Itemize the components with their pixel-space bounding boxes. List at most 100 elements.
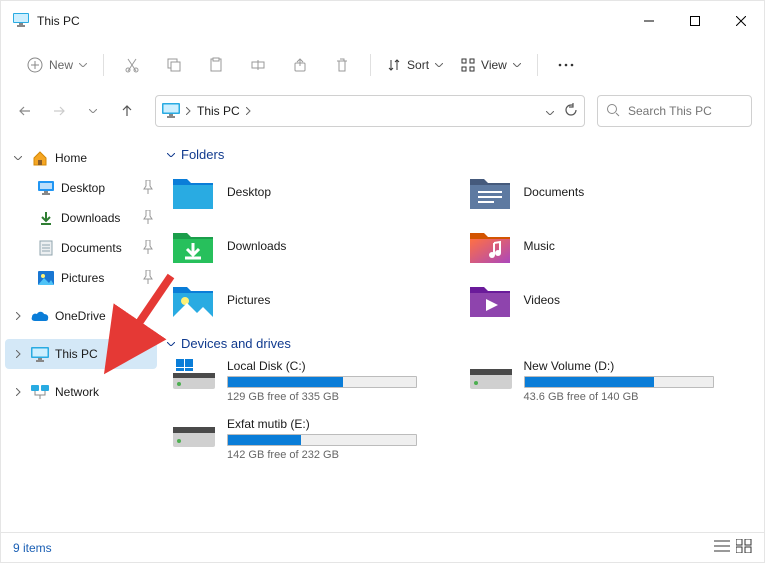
view-button[interactable]: View	[455, 54, 527, 76]
section-label: Folders	[181, 147, 224, 162]
sidebar-item-label: Network	[55, 385, 99, 399]
sidebar-item-home[interactable]: Home	[5, 143, 157, 173]
folder-documents[interactable]: Documents	[464, 170, 751, 214]
folder-desktop[interactable]: Desktop	[167, 170, 454, 214]
paste-button[interactable]	[198, 49, 234, 81]
chevron-down-icon	[435, 63, 443, 67]
close-button[interactable]	[718, 1, 764, 41]
desktop-icon	[37, 181, 55, 195]
search-input[interactable]	[628, 104, 743, 118]
sidebar-item-onedrive[interactable]: OneDrive	[5, 301, 157, 331]
folder-label: Music	[524, 239, 555, 253]
sidebar-item-this-pc[interactable]: This PC	[5, 339, 157, 369]
sidebar-item-pictures[interactable]: Pictures	[5, 263, 157, 293]
copy-icon	[166, 57, 182, 73]
pin-icon[interactable]	[143, 270, 153, 287]
scissors-icon	[124, 57, 140, 73]
chevron-down-icon	[167, 342, 175, 346]
rename-button[interactable]	[240, 49, 276, 81]
videos-folder-icon	[470, 282, 510, 318]
sidebar-item-label: OneDrive	[55, 309, 106, 323]
toolbar: New Sort View	[1, 41, 764, 89]
recent-button[interactable]	[77, 95, 109, 127]
sidebar-item-desktop[interactable]: Desktop	[5, 173, 157, 203]
separator	[370, 54, 371, 76]
address-bar[interactable]: This PC	[155, 95, 585, 127]
pin-icon[interactable]	[143, 240, 153, 257]
pc-icon	[31, 346, 49, 362]
folder-videos[interactable]: Videos	[464, 278, 751, 322]
folder-downloads[interactable]: Downloads	[167, 224, 454, 268]
chevron-down-icon	[513, 63, 521, 67]
share-button[interactable]	[282, 49, 318, 81]
drive-c[interactable]: Local Disk (C:) 129 GB free of 335 GB	[167, 359, 454, 403]
search-box[interactable]	[597, 95, 752, 127]
sidebar-item-label: Documents	[61, 241, 122, 255]
section-label: Devices and drives	[181, 336, 291, 351]
drive-label: Exfat mutib (E:)	[227, 417, 417, 431]
maximize-button[interactable]	[672, 1, 718, 41]
section-drives[interactable]: Devices and drives	[167, 336, 750, 351]
arrow-up-icon	[120, 104, 134, 118]
pictures-folder-icon	[173, 282, 213, 318]
sidebar-item-label: Downloads	[61, 211, 120, 225]
music-folder-icon	[470, 228, 510, 264]
desktop-folder-icon	[173, 174, 213, 210]
chevron-right-icon[interactable]	[11, 388, 25, 396]
sidebar-item-documents[interactable]: Documents	[5, 233, 157, 263]
os-drive-icon	[173, 359, 215, 389]
titlebar-left: This PC	[13, 13, 80, 30]
drive-free-text: 129 GB free of 335 GB	[227, 391, 417, 403]
breadcrumb-root[interactable]: This PC	[197, 104, 240, 118]
chevron-down-icon[interactable]	[546, 104, 554, 118]
delete-button[interactable]	[324, 49, 360, 81]
chevron-down-icon[interactable]	[11, 156, 25, 160]
drives-grid: Local Disk (C:) 129 GB free of 335 GB Ne…	[167, 359, 750, 461]
back-button[interactable]	[9, 95, 41, 127]
section-folders[interactable]: Folders	[167, 147, 750, 162]
sidebar-item-label: Desktop	[61, 181, 105, 195]
clipboard-icon	[208, 57, 224, 73]
grid-view-icon	[736, 539, 752, 553]
drive-d[interactable]: New Volume (D:) 43.6 GB free of 140 GB	[464, 359, 751, 403]
sort-label: Sort	[407, 58, 429, 72]
item-count: 9 items	[13, 541, 52, 555]
sidebar: Home Desktop Downloads Documents Picture…	[1, 133, 161, 532]
list-view-icon	[714, 539, 730, 553]
more-button[interactable]	[548, 49, 584, 81]
drive-free-text: 43.6 GB free of 140 GB	[524, 391, 714, 403]
sidebar-item-network[interactable]: Network	[5, 377, 157, 407]
folder-pictures[interactable]: Pictures	[167, 278, 454, 322]
chevron-right-icon[interactable]	[11, 312, 25, 320]
documents-icon	[37, 240, 55, 256]
status-bar: 9 items	[1, 532, 764, 562]
sort-button[interactable]: Sort	[381, 54, 449, 76]
drive-e[interactable]: Exfat mutib (E:) 142 GB free of 232 GB	[167, 417, 454, 461]
tiles-view-button[interactable]	[736, 539, 752, 556]
copy-button[interactable]	[156, 49, 192, 81]
drive-icon	[470, 359, 512, 389]
drive-usage-bar	[524, 376, 714, 388]
sidebar-item-label: This PC	[55, 347, 98, 361]
new-label: New	[49, 58, 73, 72]
refresh-button[interactable]	[564, 103, 578, 120]
chevron-right-icon	[246, 104, 251, 118]
minimize-button[interactable]	[626, 1, 672, 41]
details-view-button[interactable]	[714, 539, 730, 556]
cut-button[interactable]	[114, 49, 150, 81]
new-button[interactable]: New	[21, 53, 93, 77]
sidebar-item-downloads[interactable]: Downloads	[5, 203, 157, 233]
drive-usage-bar	[227, 376, 417, 388]
folder-music[interactable]: Music	[464, 224, 751, 268]
pin-icon[interactable]	[143, 210, 153, 227]
pictures-icon	[37, 271, 55, 285]
pin-icon[interactable]	[143, 180, 153, 197]
arrow-right-icon	[52, 104, 66, 118]
chevron-right-icon[interactable]	[11, 350, 25, 358]
up-button[interactable]	[111, 95, 143, 127]
separator	[103, 54, 104, 76]
documents-folder-icon	[470, 174, 510, 210]
home-icon	[31, 150, 49, 166]
search-icon	[606, 103, 620, 120]
forward-button[interactable]	[43, 95, 75, 127]
